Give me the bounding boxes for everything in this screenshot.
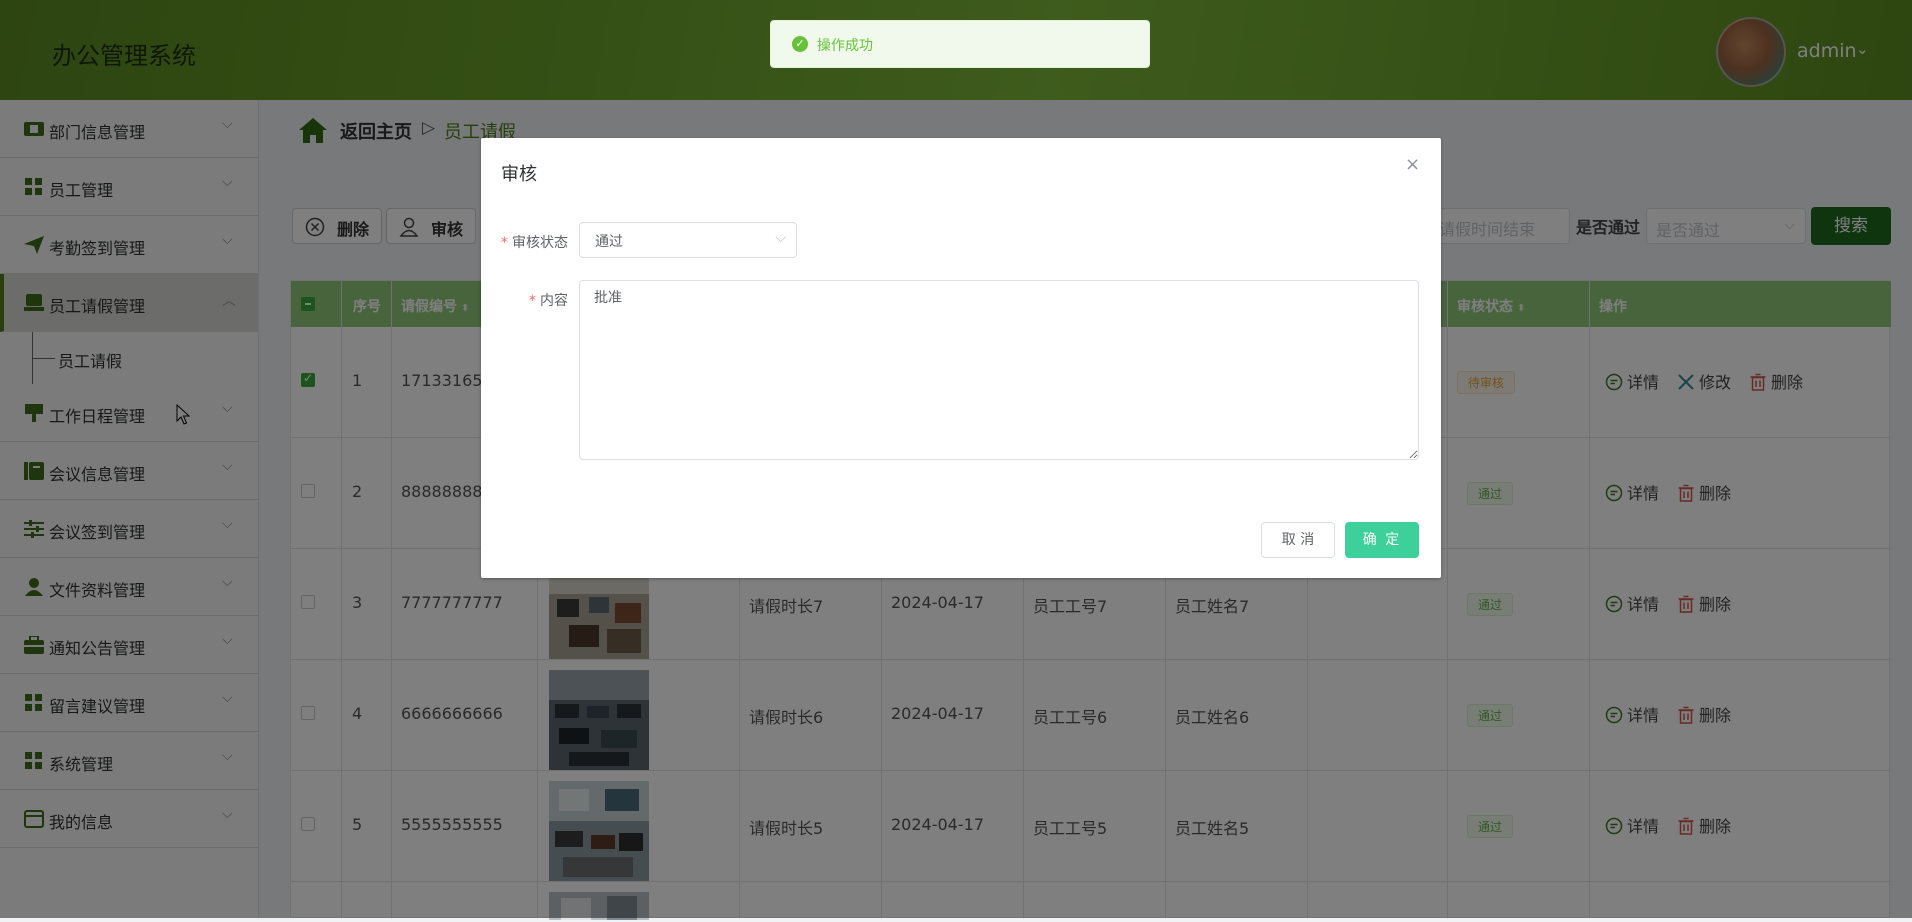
audit-dialog: 审核 × * 审核状态 通过 ⌵ * 内容 批准 取 消 确 定 bbox=[481, 138, 1441, 578]
required-mark: * bbox=[501, 235, 508, 251]
toast-message: 操作成功 bbox=[817, 38, 873, 54]
dialog-title: 审核 bbox=[501, 164, 537, 185]
content-label: * 内容 bbox=[529, 290, 568, 310]
success-toast: ✓ 操作成功 bbox=[770, 20, 1150, 68]
content-label-text: 内容 bbox=[540, 293, 568, 309]
close-icon[interactable]: × bbox=[1405, 154, 1420, 175]
content-textarea[interactable]: 批准 bbox=[579, 280, 1419, 460]
audit-status-value: 通过 bbox=[595, 234, 623, 250]
required-mark: * bbox=[529, 293, 536, 309]
check-circle-icon: ✓ bbox=[792, 36, 808, 52]
chevron-down-icon: ⌵ bbox=[775, 230, 786, 246]
cancel-button[interactable]: 取 消 bbox=[1261, 522, 1335, 558]
confirm-button[interactable]: 确 定 bbox=[1345, 522, 1419, 558]
audit-status-label: * 审核状态 bbox=[501, 232, 568, 252]
audit-status-select[interactable]: 通过 ⌵ bbox=[579, 222, 797, 258]
audit-status-label-text: 审核状态 bbox=[512, 235, 568, 251]
